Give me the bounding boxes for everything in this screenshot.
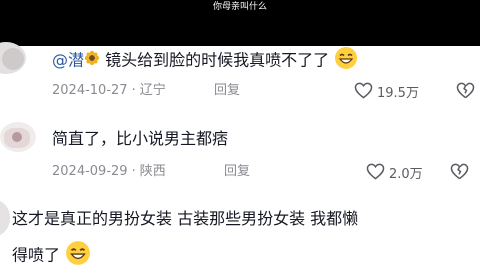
grin-emoji-icon bbox=[334, 46, 358, 76]
comment-text-line2: 得喷了 bbox=[12, 240, 91, 272]
reply-button[interactable]: 回复 bbox=[224, 163, 250, 181]
like-button[interactable]: 19.5万 bbox=[354, 82, 419, 105]
comment-location: 辽宁 bbox=[139, 83, 166, 98]
avatar[interactable] bbox=[0, 200, 10, 236]
video-top-bar: 你母亲叫什么 bbox=[0, 0, 480, 46]
comment-meta: 2024-09-29 · 陕西 bbox=[52, 164, 166, 179]
reply-button[interactable]: 回复 bbox=[214, 82, 240, 100]
avatar[interactable] bbox=[0, 122, 36, 152]
video-caption: 你母亲叫什么 bbox=[212, 2, 267, 12]
comment-body: 得喷了 bbox=[12, 245, 61, 265]
comment-item: @潜 镜头给到脸的时候我真喷不了了 2024-10-27 · 辽宁 回复 19.5万 bbox=[0, 42, 480, 110]
like-count: 19.5万 bbox=[377, 85, 419, 101]
comment-body: 镜头给到脸的时候我真喷不了了 bbox=[100, 50, 330, 70]
grin-emoji-icon bbox=[65, 240, 91, 272]
comment-text: 简直了，比小说男主都痞 bbox=[52, 129, 229, 148]
like-count: 2.0万 bbox=[389, 166, 423, 182]
comment-text: @潜 镜头给到脸的时候我真喷不了了 bbox=[52, 46, 358, 76]
dislike-button[interactable] bbox=[450, 163, 469, 184]
comment-date: 2024-10-27 bbox=[52, 83, 128, 98]
like-button[interactable]: 2.0万 bbox=[366, 163, 423, 186]
comment-item: 这才是真正的男扮女装 古装那些男扮女装 我都懒 得喷了 bbox=[0, 196, 480, 270]
comment-date: 2024-09-29 bbox=[52, 164, 128, 179]
broken-heart-icon bbox=[456, 82, 475, 103]
comment-item: 简直了，比小说男主都痞 2024-09-29 · 陕西 回复 2.0万 bbox=[0, 120, 480, 184]
mention-link[interactable]: @潜 bbox=[52, 51, 84, 70]
broken-heart-icon bbox=[450, 163, 469, 184]
heart-icon bbox=[354, 82, 373, 105]
comment-meta: 2024-10-27 · 辽宁 bbox=[52, 83, 166, 98]
dislike-button[interactable] bbox=[456, 82, 475, 103]
sunflower-icon bbox=[84, 50, 100, 72]
comment-location: 陕西 bbox=[139, 164, 166, 179]
avatar[interactable] bbox=[0, 42, 26, 74]
comment-text-line1: 这才是真正的男扮女装 古装那些男扮女装 我都懒 bbox=[12, 209, 359, 228]
heart-icon bbox=[366, 163, 385, 186]
